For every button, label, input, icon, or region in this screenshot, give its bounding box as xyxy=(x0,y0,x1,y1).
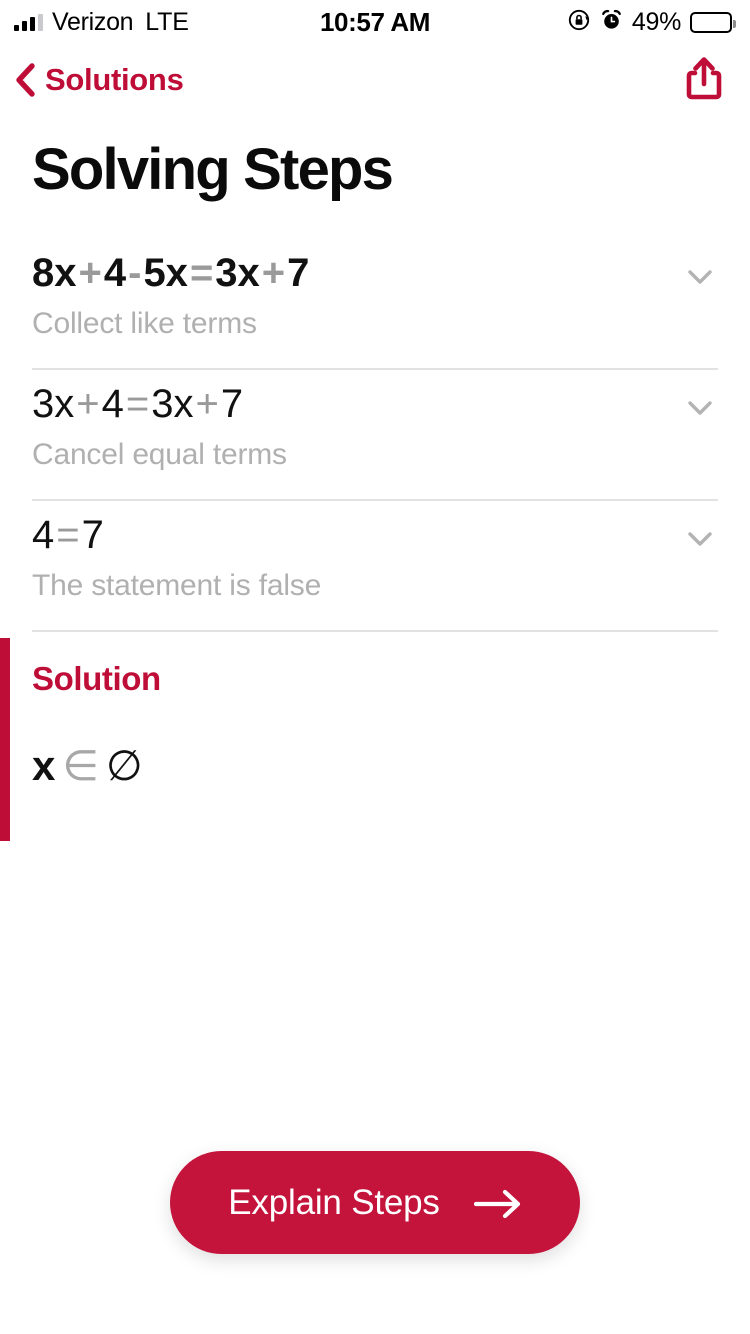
share-button[interactable] xyxy=(682,56,726,104)
equation-term: 4 xyxy=(103,250,127,295)
app-screen: Verizon LTE 10:57 AM 49% Solutions Solvi… xyxy=(0,0,750,1334)
step-equation: 3x+4=3x+7 xyxy=(32,382,243,426)
chevron-down-icon[interactable] xyxy=(682,390,718,426)
steps-list: 8x+4-5x=3x+7 Collect like terms 3x+4=3x+7 C… xyxy=(0,239,750,632)
step-description: Cancel equal terms xyxy=(32,437,287,471)
equation-operator: + xyxy=(78,250,102,295)
equation-operator: = xyxy=(125,381,150,426)
navigation-bar: Solutions xyxy=(0,44,750,116)
step-description: The statement is false xyxy=(32,568,322,602)
equation-term: 8x xyxy=(32,250,77,295)
equation-operator: - xyxy=(128,250,142,295)
step-description: Collect like terms xyxy=(32,306,257,340)
equation-term: 5x xyxy=(143,250,188,295)
arrow-right-icon xyxy=(473,1188,522,1218)
explain-steps-label: Explain Steps xyxy=(228,1182,440,1222)
equation-term: 7 xyxy=(287,250,310,295)
step-row[interactable]: 4=7 The statement is false xyxy=(0,501,750,603)
back-button-label: Solutions xyxy=(45,62,184,97)
step-header: 8x+4-5x=3x+7 xyxy=(32,239,718,295)
step-header: 3x+4=3x+7 xyxy=(32,370,718,426)
back-button[interactable]: Solutions xyxy=(14,62,184,98)
chevron-left-icon xyxy=(14,63,36,97)
solution-section: Solution x ∈ ∅ xyxy=(0,637,750,841)
equation-operator: = xyxy=(189,250,214,295)
equation-operator: + xyxy=(261,250,286,295)
equation-term: 4 xyxy=(32,512,55,557)
solution-variable: x xyxy=(32,741,56,789)
step-row[interactable]: 8x+4-5x=3x+7 Collect like terms xyxy=(0,239,750,341)
signal-bars-icon xyxy=(14,13,43,31)
status-bar-left: Verizon LTE xyxy=(14,8,189,37)
share-icon xyxy=(684,55,724,106)
solution-expression: x ∈ ∅ xyxy=(32,741,718,789)
step-divider xyxy=(32,629,718,632)
step-equation: 4=7 xyxy=(32,513,104,557)
equation-term: 3x xyxy=(215,250,260,295)
step-equation: 8x+4-5x=3x+7 xyxy=(32,251,309,295)
equation-operator: + xyxy=(76,381,100,426)
explain-steps-button[interactable]: Explain Steps xyxy=(170,1151,580,1254)
status-bar-right: 49% xyxy=(567,7,736,37)
solution-accent-bar xyxy=(0,637,10,841)
cta-zone: Explain Steps xyxy=(0,1151,750,1254)
equation-term: 4 xyxy=(101,381,124,426)
equation-term: 3x xyxy=(32,381,75,426)
battery-icon xyxy=(690,11,736,33)
element-of-symbol: ∈ xyxy=(62,741,99,789)
battery-percent-label: 49% xyxy=(631,7,681,36)
equation-operator: = xyxy=(56,512,80,557)
network-type-label: LTE xyxy=(145,7,189,36)
status-bar: Verizon LTE 10:57 AM 49% xyxy=(0,0,750,44)
empty-set-symbol: ∅ xyxy=(105,741,143,789)
chevron-down-icon[interactable] xyxy=(682,259,718,295)
equation-term: 7 xyxy=(81,512,104,557)
chevron-down-icon[interactable] xyxy=(682,521,718,557)
equation-term: 3x xyxy=(151,381,194,426)
alarm-clock-icon xyxy=(600,8,623,37)
step-row[interactable]: 3x+4=3x+7 Cancel equal terms xyxy=(0,370,750,472)
rotation-lock-icon xyxy=(567,8,591,37)
carrier-label: Verizon xyxy=(52,7,134,36)
clock-label: 10:57 AM xyxy=(320,6,430,37)
equation-term: 7 xyxy=(220,381,244,426)
step-header: 4=7 xyxy=(32,501,718,557)
solution-title: Solution xyxy=(32,659,161,697)
equation-operator: + xyxy=(195,381,219,426)
page-title: Solving Steps xyxy=(32,137,394,202)
